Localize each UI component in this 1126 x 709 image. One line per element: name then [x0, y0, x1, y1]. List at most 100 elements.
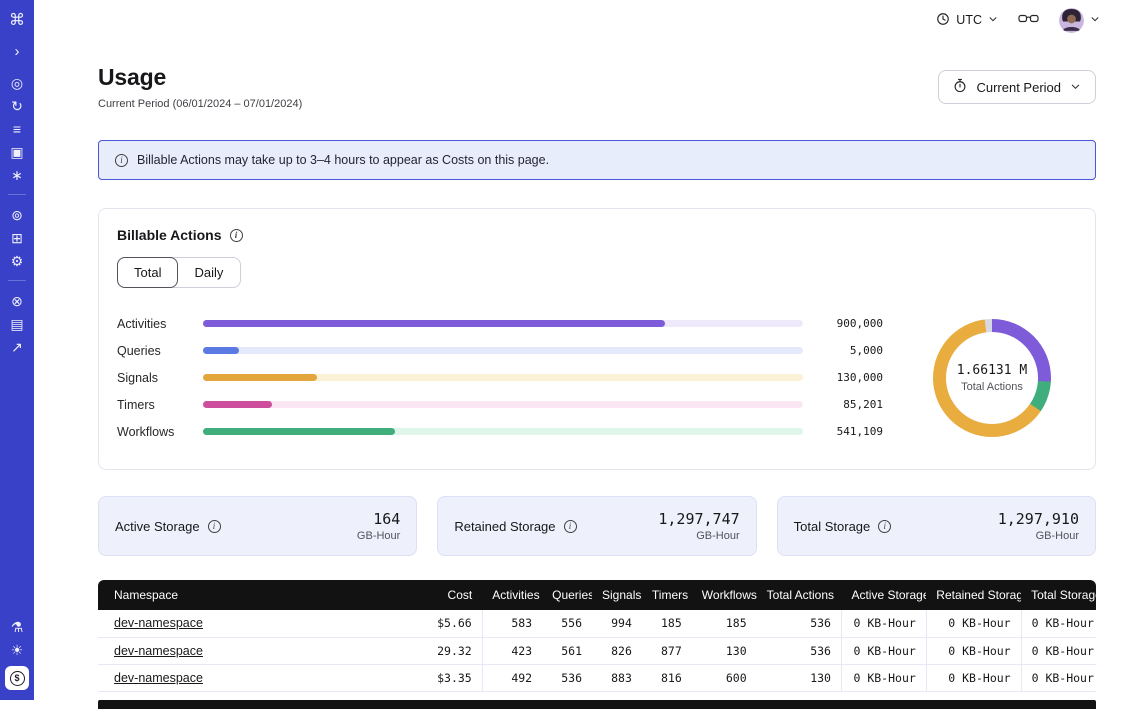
- page-title: Usage: [98, 64, 302, 91]
- glasses-icon: [1018, 12, 1039, 28]
- bar-label: Activities: [117, 317, 203, 331]
- bar-track: [203, 374, 803, 381]
- column-header-signals: Signals: [592, 580, 642, 610]
- period-selector-button[interactable]: Current Period: [938, 70, 1096, 104]
- namespace-link[interactable]: dev-namespace: [114, 644, 203, 658]
- donut-total-value: 1.66131 M: [957, 363, 1027, 378]
- column-header-total-storage: Total Storage: [1021, 580, 1096, 610]
- nexus-icon[interactable]: ∗: [4, 163, 30, 186]
- stat-value: 1,297,747: [658, 510, 739, 528]
- timezone-selector[interactable]: UTC: [936, 12, 998, 29]
- namespaces-icon[interactable]: ◎: [4, 71, 30, 94]
- support-icon[interactable]: ⊗: [4, 289, 30, 312]
- stat-label-text: Active Storage: [115, 519, 200, 534]
- bar-label: Queries: [117, 344, 203, 358]
- column-header-activities: Activities: [482, 580, 542, 610]
- usage-dollar-icon[interactable]: $: [5, 666, 29, 690]
- info-icon[interactable]: [564, 520, 577, 533]
- column-header-active-storage: Active Storage: [841, 580, 926, 610]
- bar-value: 5,000: [803, 344, 883, 357]
- glasses-button[interactable]: [1018, 12, 1039, 28]
- namespace-cell: dev-namespace: [98, 610, 407, 637]
- value-cell: 0 KB-Hour: [841, 664, 926, 691]
- total-daily-tabs: TotalDaily: [117, 257, 241, 288]
- namespace-link[interactable]: dev-namespace: [114, 616, 203, 630]
- stat-unit: GB-Hour: [357, 530, 400, 542]
- column-header-total-actions: Total Actions: [757, 580, 842, 610]
- schedules-icon[interactable]: ↻: [4, 94, 30, 117]
- stat-value-block: 1,297,747GB-Hour: [658, 510, 739, 542]
- avatar: [1059, 8, 1084, 33]
- bar-value: 900,000: [803, 317, 883, 330]
- bar-label: Signals: [117, 371, 203, 385]
- stat-value-block: 164GB-Hour: [357, 510, 400, 542]
- bar-row-queries: Queries 5,000: [117, 337, 883, 364]
- temporal-logo-icon[interactable]: ⌘: [4, 9, 30, 32]
- bar-value: 541,109: [803, 425, 883, 438]
- value-cell: 29.32: [407, 637, 482, 664]
- value-cell: 0 KB-Hour: [841, 610, 926, 637]
- tab-daily[interactable]: Daily: [177, 258, 240, 287]
- column-header-namespace: Namespace: [98, 580, 407, 610]
- value-cell: 130: [757, 664, 842, 691]
- storage-stat-cards: Active Storage 164GB-Hour Retained Storage…: [98, 496, 1096, 556]
- table-header-row: NamespaceCostActivitiesQueriesSignalsTim…: [98, 580, 1096, 610]
- globe-icon[interactable]: ⊚: [4, 203, 30, 226]
- sidebar-divider: [8, 194, 26, 195]
- value-cell: 600: [692, 664, 757, 691]
- billable-bars-chart: Activities 900,000 Queries 5,000 Signals 130,…: [117, 310, 883, 445]
- value-cell: 492: [482, 664, 542, 691]
- bar-fill: [203, 428, 395, 435]
- bar-row-activities: Activities 900,000: [117, 310, 883, 337]
- info-icon[interactable]: [230, 229, 243, 242]
- bar-value: 130,000: [803, 371, 883, 384]
- clock-icon: [936, 12, 950, 29]
- table-row: dev-namespace29.324235618268771305360 KB…: [98, 637, 1096, 664]
- lab-flask-icon[interactable]: ⚗: [4, 615, 30, 638]
- info-icon: [115, 154, 128, 167]
- column-header-workflows: Workflows: [692, 580, 757, 610]
- value-cell: 583: [482, 610, 542, 637]
- bar-label: Timers: [117, 398, 203, 412]
- expand-sidebar-icon[interactable]: ›: [4, 40, 30, 63]
- value-cell: 816: [642, 664, 692, 691]
- bar-fill: [203, 401, 272, 408]
- value-cell: 0 KB-Hour: [926, 637, 1021, 664]
- topbar: UTC: [34, 0, 1126, 40]
- table-row: dev-namespace$3.354925368838166001300 KB…: [98, 664, 1096, 691]
- value-cell: 0 KB-Hour: [926, 610, 1021, 637]
- namespace-cell: dev-namespace: [98, 664, 407, 691]
- layers-icon[interactable]: ≡: [4, 117, 30, 140]
- theme-sun-icon[interactable]: ☀: [4, 638, 30, 661]
- stat-value: 1,297,910: [998, 510, 1079, 528]
- stat-card-total-storage: Total Storage 1,297,910 GB-Hour: [777, 496, 1096, 556]
- value-cell: 561: [542, 637, 592, 664]
- billable-actions-label: Billable Actions: [117, 227, 222, 243]
- docs-icon[interactable]: ▤: [4, 312, 30, 335]
- info-icon[interactable]: [878, 520, 891, 533]
- sidebar-divider: [8, 280, 26, 281]
- billable-actions-title: Billable Actions: [117, 227, 1077, 243]
- sidebar: ⌘ › ◎↻≡▣∗ ⊚⊞⚙ ⊗▤↗ ⚗☀ $: [0, 0, 34, 700]
- stat-label: Active Storage: [115, 519, 221, 534]
- launch-icon[interactable]: ↗: [4, 335, 30, 358]
- billing-icon[interactable]: ⊞: [4, 226, 30, 249]
- settings-gear-icon[interactable]: ⚙: [4, 249, 30, 272]
- tab-total[interactable]: Total: [117, 257, 178, 288]
- billable-actions-chart: Activities 900,000 Queries 5,000 Signals 130,…: [117, 310, 1077, 445]
- info-icon[interactable]: [208, 520, 221, 533]
- stat-label-text: Total Storage: [794, 519, 871, 534]
- usage-page: Usage Current Period (06/01/2024 – 07/01…: [34, 40, 1126, 709]
- namespace-link[interactable]: dev-namespace: [114, 671, 203, 685]
- value-cell: 0 KB-Hour: [1021, 664, 1096, 691]
- table-container: NamespaceCostActivitiesQueriesSignalsTim…: [98, 580, 1096, 692]
- main-area: UTC Usage: [34, 0, 1126, 700]
- dollar-circle-icon: $: [10, 671, 25, 686]
- account-menu[interactable]: [1059, 8, 1100, 33]
- stat-label-text: Retained Storage: [454, 519, 555, 534]
- value-cell: 826: [592, 637, 642, 664]
- stat-unit: GB-Hour: [998, 530, 1079, 542]
- deployments-icon[interactable]: ▣: [4, 140, 30, 163]
- info-banner: Billable Actions may take up to 3–4 hour…: [98, 140, 1096, 180]
- value-cell: 994: [592, 610, 642, 637]
